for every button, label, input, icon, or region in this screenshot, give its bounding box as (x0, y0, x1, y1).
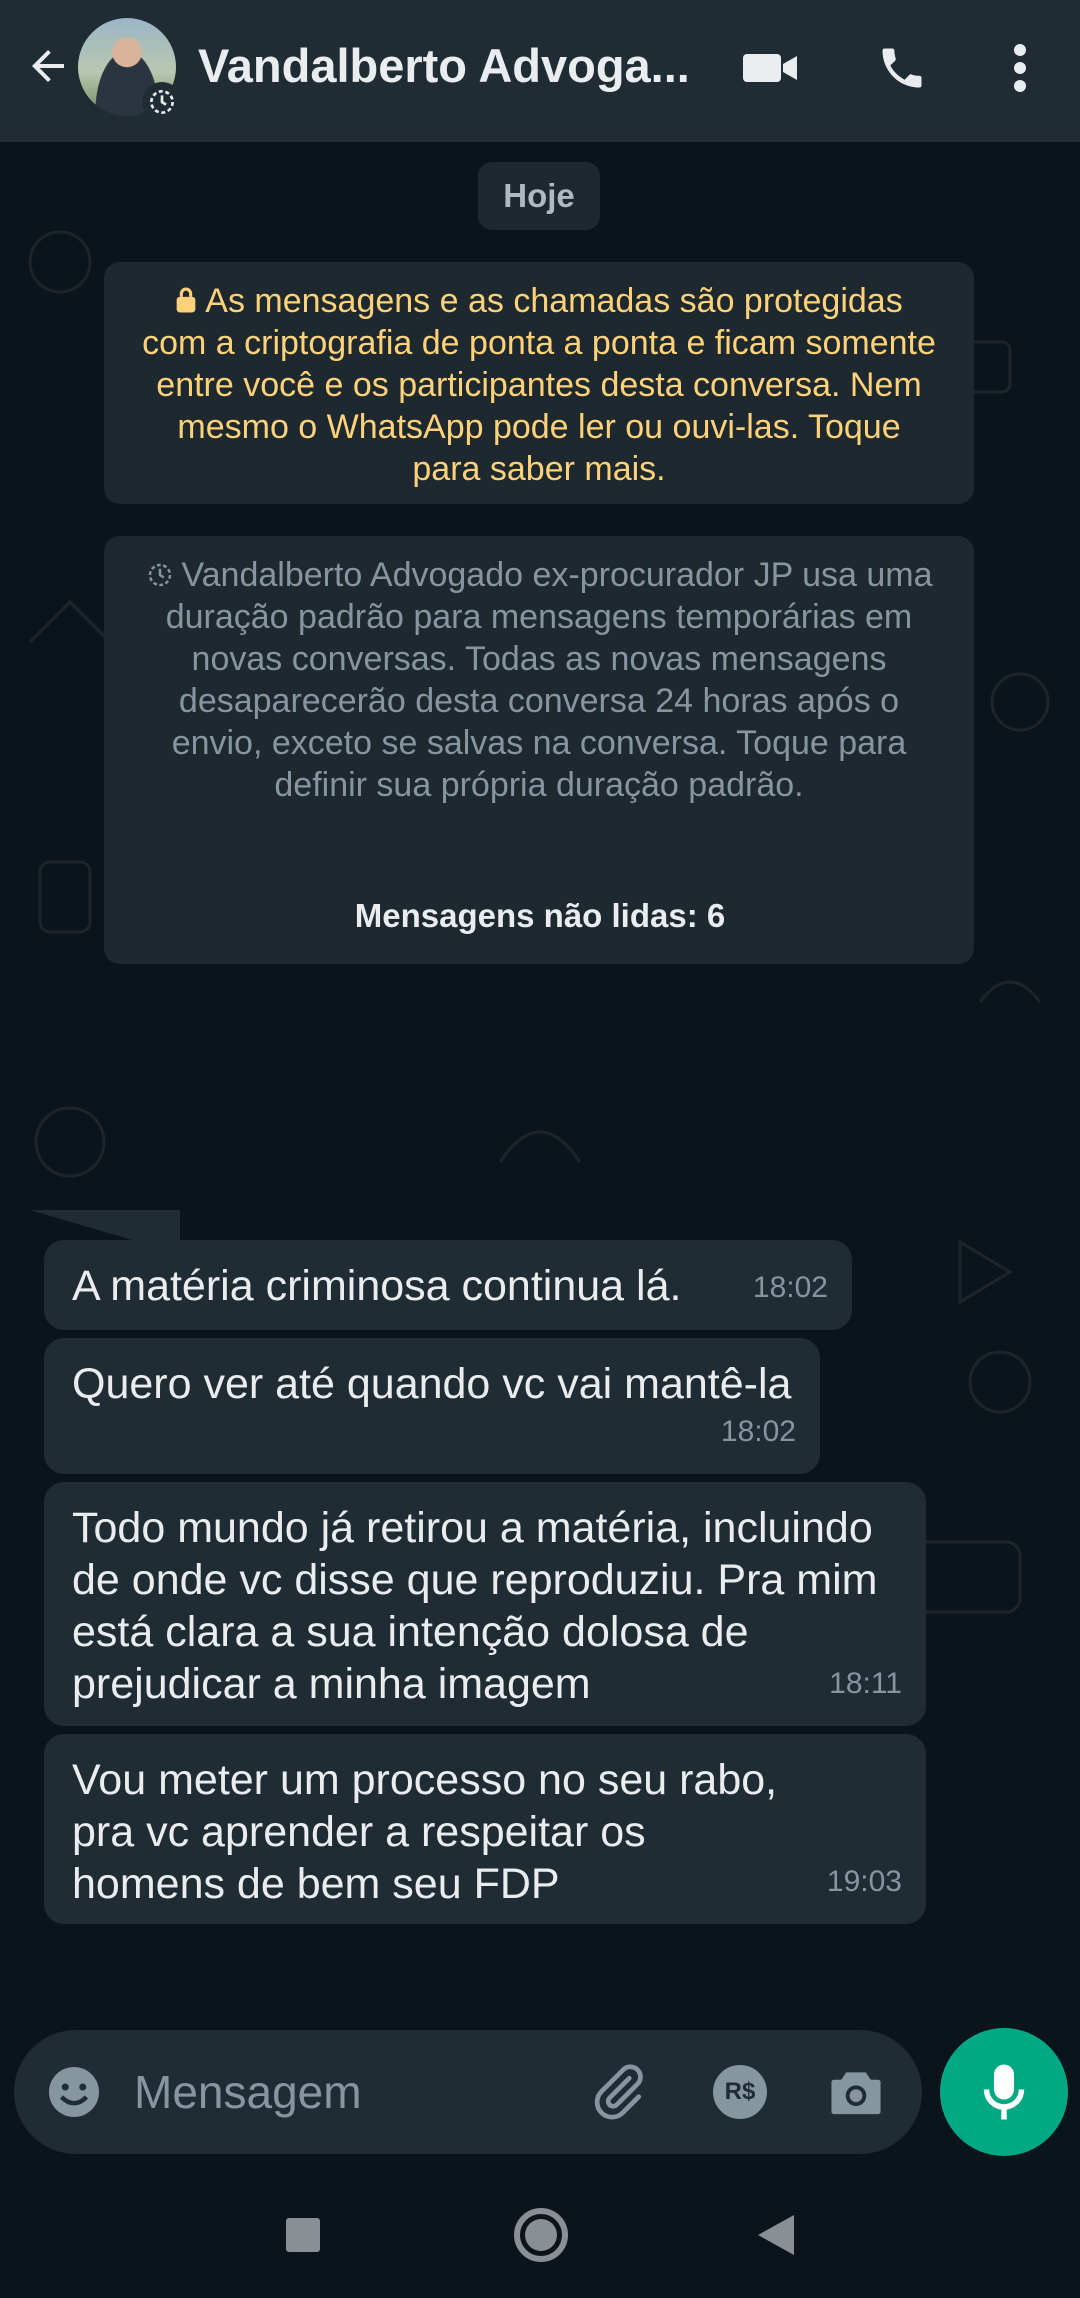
message-text: Quero ver até quando vc vai mantê-la (72, 1360, 792, 1408)
unread-messages-badge: Mensagens não lidas: 6 (294, 870, 786, 962)
message-time: 18:02 (720, 1415, 796, 1448)
message-time: 18:02 (752, 1271, 828, 1304)
chat-header: Vandalberto Advoga... (0, 0, 1080, 142)
message-time: 18:11 (829, 1667, 902, 1700)
message-bubble[interactable]: A matéria criminosa continua lá. 18:02 (44, 1240, 852, 1330)
encryption-notice[interactable]: As mensagens e as chamadas são protegida… (104, 262, 974, 504)
recent-apps-icon[interactable] (268, 2200, 338, 2270)
home-icon[interactable] (506, 2200, 576, 2270)
system-navigation-bar (0, 2170, 1080, 2298)
chat-area[interactable]: Hoje As mensagens e as chamadas são prot… (0, 142, 1080, 2030)
date-separator: Hoje (478, 162, 600, 230)
payment-label: R$ (713, 2065, 767, 2119)
mic-icon[interactable] (940, 2028, 1068, 2156)
attach-icon[interactable] (586, 2060, 650, 2124)
message-text: Vou meter um processo no seu rabo, pra v… (72, 1756, 778, 1908)
video-call-icon[interactable] (738, 36, 802, 100)
contact-name[interactable]: Vandalberto Advoga... (198, 34, 698, 98)
disappearing-notice-text: Vandalberto Advogado ex-procurador JP us… (165, 556, 933, 804)
message-time: 19:03 (826, 1865, 902, 1898)
lock-icon (176, 287, 196, 313)
message-bubble[interactable]: Vou meter um processo no seu rabo, pra v… (44, 1734, 926, 1924)
payment-icon[interactable]: R$ (708, 2060, 772, 2124)
more-options-icon[interactable] (988, 36, 1052, 100)
back-arrow-icon[interactable] (18, 36, 78, 96)
message-bubble[interactable]: Quero ver até quando vc vai mantê-la 18:… (44, 1338, 820, 1474)
back-nav-icon[interactable] (740, 2200, 810, 2270)
message-bubble[interactable]: Todo mundo já retirou a matéria, incluin… (44, 1482, 926, 1726)
message-composer[interactable]: Mensagem R$ (14, 2030, 922, 2154)
encryption-notice-text: As mensagens e as chamadas são protegida… (142, 282, 936, 488)
emoji-icon[interactable] (42, 2060, 106, 2124)
contact-avatar[interactable] (78, 18, 182, 122)
camera-icon[interactable] (824, 2060, 888, 2124)
disappearing-timer-icon (149, 563, 172, 587)
message-text: A matéria criminosa continua lá. (72, 1262, 682, 1310)
disappearing-timer-icon (142, 82, 182, 122)
voice-call-icon[interactable] (870, 36, 934, 100)
message-input[interactable]: Mensagem (134, 2030, 362, 2154)
message-text: Todo mundo já retirou a matéria, incluin… (72, 1504, 878, 1708)
